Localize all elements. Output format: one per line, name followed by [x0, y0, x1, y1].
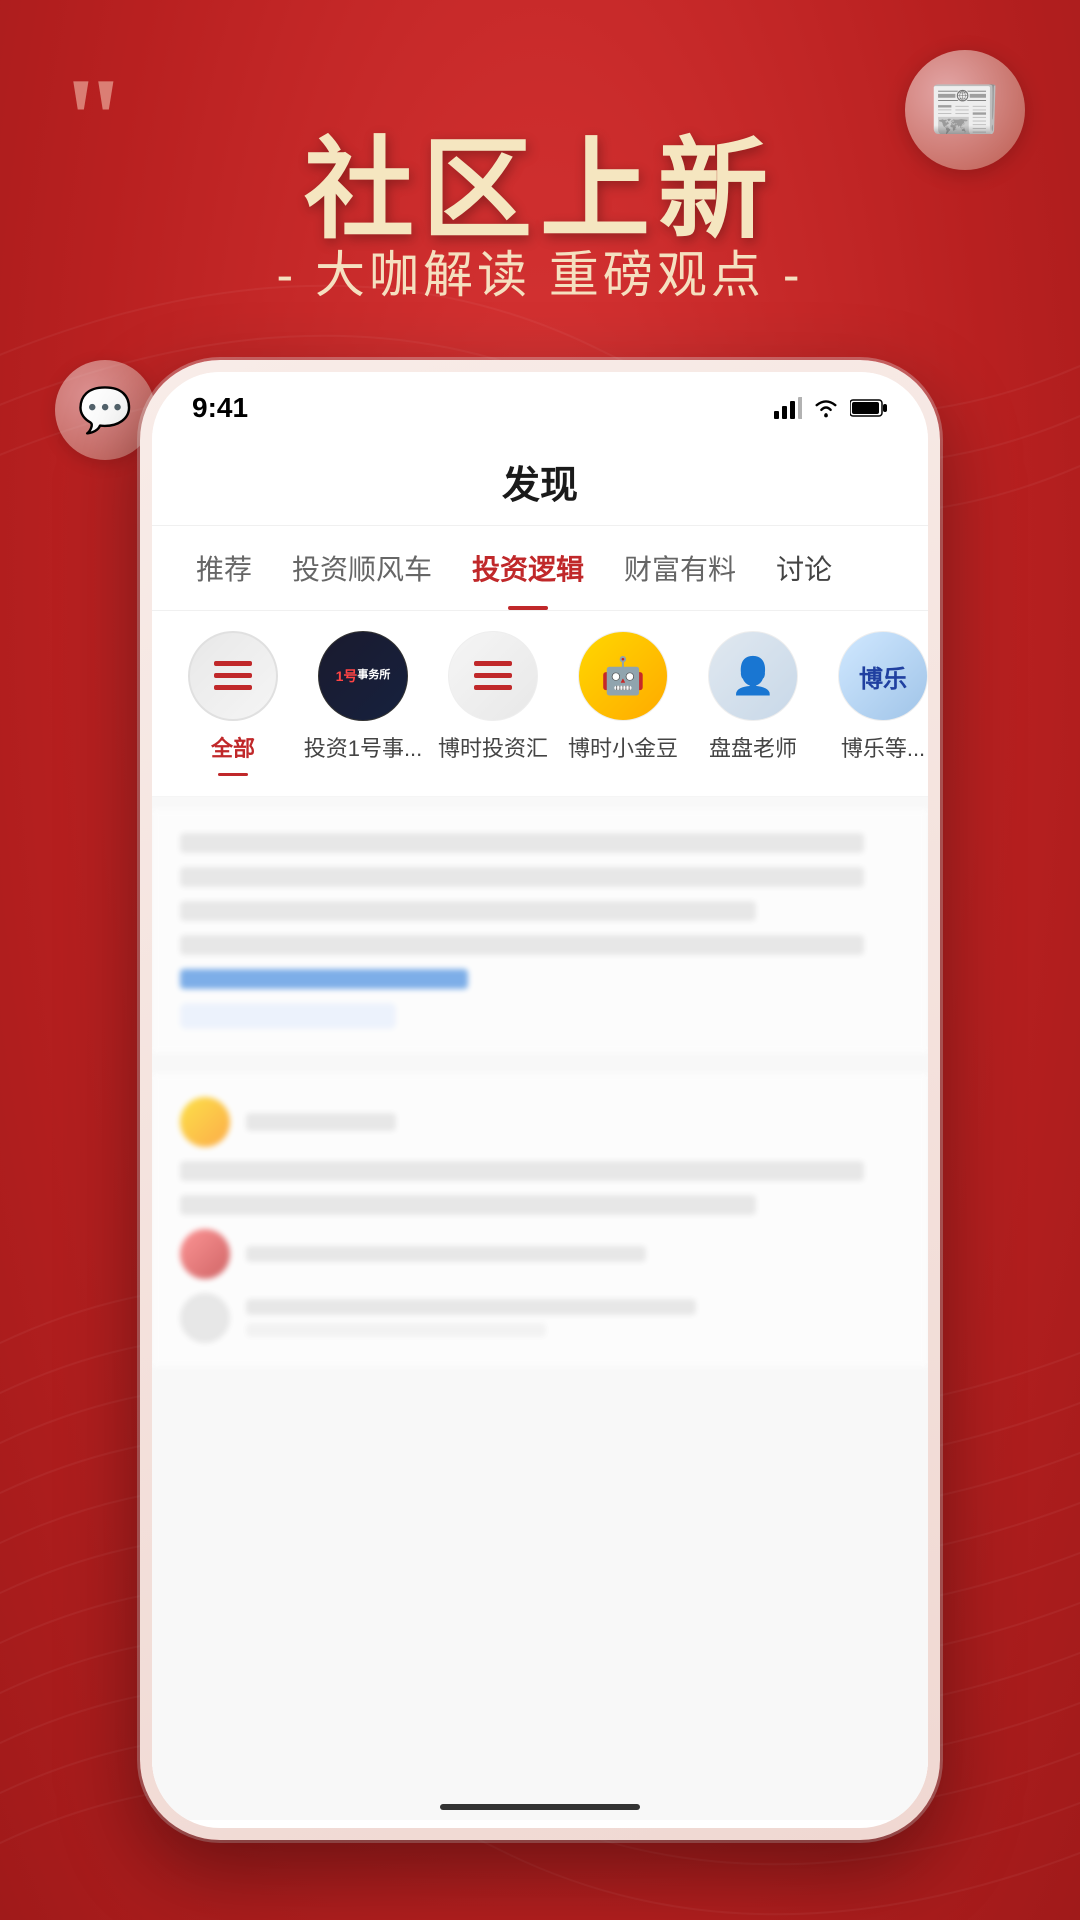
- content-card-1: [152, 809, 928, 1053]
- content-line: [246, 1246, 646, 1262]
- channel-avatar-1: 1号 事务所: [318, 631, 408, 721]
- screen-content: 发现 推荐 投资顺风车 投资逻辑 财富有料: [152, 434, 928, 1820]
- tab-bar[interactable]: 推荐 投资顺风车 投资逻辑 财富有料 讨论: [152, 526, 928, 611]
- tab-discuss[interactable]: 讨论: [756, 526, 852, 610]
- channel-name-5: 博乐等...: [841, 731, 925, 763]
- content-line: [180, 833, 864, 853]
- phone-shell: 9:41: [140, 360, 940, 1840]
- channel-name-all: 全部: [211, 731, 255, 763]
- content-line: [246, 1113, 396, 1131]
- channel-avatar-all: [188, 631, 278, 721]
- content-line: [180, 1195, 756, 1215]
- tab-logic[interactable]: 投资逻辑: [452, 526, 604, 610]
- page-title: 发现: [152, 434, 928, 526]
- content-line: [180, 935, 864, 955]
- phone-mockup: 9:41: [140, 360, 940, 1840]
- channel-item-1[interactable]: 1号 事务所 投资1号事...: [298, 631, 428, 763]
- channel-item-3[interactable]: 🤖 博时小金豆: [558, 631, 688, 763]
- channel-item-4[interactable]: 👤 盘盘老师: [688, 631, 818, 763]
- content-area: [152, 797, 928, 1820]
- signal-icon: [774, 397, 802, 419]
- channel-avatar-3: 🤖: [578, 631, 668, 721]
- mini-avatar: [180, 1097, 230, 1147]
- content-tag: [180, 1003, 396, 1029]
- home-indicator: [440, 1804, 640, 1810]
- mini-avatar-red: [180, 1229, 230, 1279]
- content-line: [180, 901, 756, 921]
- status-icons: [774, 397, 888, 419]
- chat-icon: 💬: [78, 384, 133, 436]
- channel-row[interactable]: 全部 1号 事务所 投资1号事...: [152, 611, 928, 797]
- content-card-2: [152, 1073, 928, 1367]
- sub-item: [180, 1229, 900, 1279]
- channel-name-4: 盘盘老师: [709, 731, 797, 763]
- channel-item-2[interactable]: 博时投资汇: [428, 631, 558, 763]
- tab-tailwind[interactable]: 投资顺风车: [272, 526, 452, 610]
- content-line: [246, 1323, 546, 1337]
- content-line: [246, 1299, 696, 1315]
- phone-screen: 9:41: [152, 372, 928, 1828]
- battery-icon: [850, 398, 888, 418]
- status-time: 9:41: [192, 392, 248, 424]
- status-bar: 9:41: [152, 372, 928, 434]
- channel-active-indicator: [218, 773, 248, 776]
- subtitle: - 大咖解读 重磅观点 -: [0, 235, 1080, 307]
- channel-name-1: 投资1号事...: [304, 731, 423, 763]
- wifi-icon: [812, 397, 840, 419]
- mini-avatar-2: [180, 1293, 230, 1343]
- card-header: [180, 1097, 900, 1147]
- channel-item-5[interactable]: 博乐 博乐等...: [818, 631, 928, 763]
- content-link: [180, 969, 468, 989]
- channel-name-2: 博时投资汇: [438, 731, 548, 763]
- channel-item-all[interactable]: 全部: [168, 631, 298, 776]
- sub-item-2: [180, 1293, 900, 1343]
- content-line: [180, 1161, 864, 1181]
- channel-name-3: 博时小金豆: [568, 731, 678, 763]
- content-line: [180, 867, 864, 887]
- channel-avatar-5: 博乐: [838, 631, 928, 721]
- tab-recommend[interactable]: 推荐: [176, 526, 272, 610]
- channel-avatar-4: 👤: [708, 631, 798, 721]
- channel-avatar-2: [448, 631, 538, 721]
- tab-wealth[interactable]: 财富有料: [604, 526, 756, 610]
